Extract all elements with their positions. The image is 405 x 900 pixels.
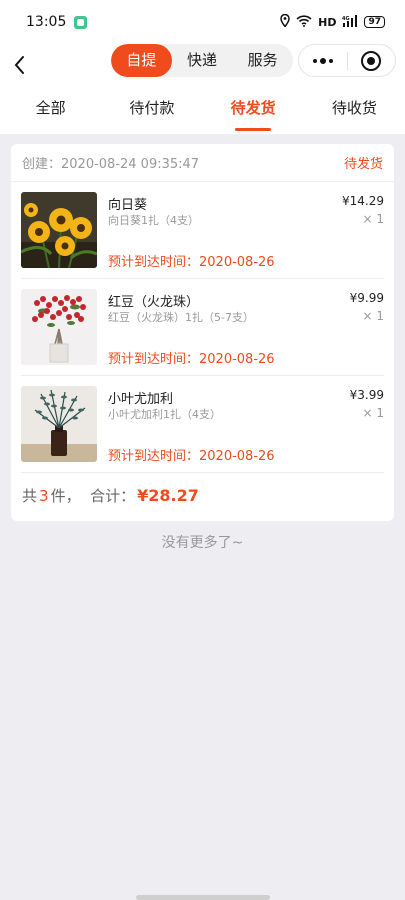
status-time: 13:05 [26, 14, 67, 30]
item-quantity: × 1 [362, 212, 384, 226]
wifi-icon [296, 14, 312, 30]
chevron-left-icon [14, 56, 24, 74]
target-close-icon [361, 50, 382, 71]
item-price: ¥3.99 [349, 388, 384, 402]
order-item[interactable]: 红豆（火龙珠） 红豆（火龙珠）1扎（5-7支） ¥9.99 × 1 预计到达时间… [21, 279, 384, 376]
summary-label: 件， 合计： [50, 487, 136, 505]
location-icon [280, 13, 290, 30]
order-card[interactable]: 创建：2020-08-24 09:35:47 待发货 向日葵 向日葵1扎（4支）… [11, 144, 394, 521]
back-button[interactable] [10, 50, 40, 80]
segment-service[interactable]: 服务 [232, 44, 293, 77]
order-summary: 共 3 件， 合计： ¥28.27 [11, 473, 394, 518]
order-header: 创建：2020-08-24 09:35:47 待发货 [11, 144, 394, 182]
segment-express[interactable]: 快递 [172, 44, 233, 77]
item-count: 3 [39, 486, 49, 505]
item-quantity: × 1 [362, 309, 384, 323]
order-item[interactable]: 小叶尤加利 小叶尤加利1扎（4支） ¥3.99 × 1 预计到达时间：2020-… [21, 376, 384, 473]
battery-indicator: 97 [364, 16, 385, 28]
item-name: 红豆（火龙珠） [108, 295, 200, 310]
signal-icon: 4G [342, 14, 358, 30]
eucalyptus-image [21, 386, 97, 462]
home-indicator[interactable] [136, 895, 270, 900]
network-hd-label: HD [318, 15, 337, 29]
no-more-text: 没有更多了~ [161, 535, 244, 551]
delivery-mode-switch: 自提 快递 服务 [111, 44, 293, 77]
item-eta: 预计到达时间：2020-08-26 [108, 255, 275, 270]
item-eta: 预计到达时间：2020-08-26 [108, 352, 275, 367]
status-bar: 13:05 HD 4G 97 [0, 0, 405, 44]
item-price: ¥9.99 [349, 291, 384, 305]
segment-self-pickup[interactable]: 自提 [111, 44, 172, 77]
tab-all[interactable]: 全部 [0, 88, 101, 134]
more-button[interactable] [299, 57, 347, 64]
top-header: 13:05 HD 4G 97 自提 快递 服务 全部 待付款 待发货 待收货 [0, 0, 405, 134]
app-notification-icon [74, 15, 88, 29]
item-price: ¥14.29 [342, 194, 384, 208]
order-created-time: 创建：2020-08-24 09:35:47 [22, 157, 200, 172]
tab-pending-receipt[interactable]: 待收货 [304, 88, 405, 134]
red-berries-image [21, 289, 97, 365]
order-total: ¥28.27 [137, 486, 199, 505]
sunflower-image [21, 192, 97, 268]
summary-prefix: 共 [22, 487, 38, 505]
miniapp-capsule [298, 44, 396, 77]
more-dots-icon [312, 58, 317, 63]
item-quantity: × 1 [362, 406, 384, 420]
tab-pending-payment[interactable]: 待付款 [101, 88, 202, 134]
item-name: 小叶尤加利 [108, 392, 174, 407]
close-miniapp-button[interactable] [348, 50, 396, 71]
tab-pending-shipment[interactable]: 待发货 [203, 88, 304, 134]
item-name: 向日葵 [108, 198, 148, 213]
item-eta: 预计到达时间：2020-08-26 [108, 449, 275, 464]
order-status-badge: 待发货 [343, 157, 383, 172]
order-item[interactable]: 向日葵 向日葵1扎（4支） ¥14.29 × 1 预计到达时间：2020-08-… [21, 182, 384, 279]
item-spec: 向日葵1扎（4支） [108, 214, 199, 227]
item-spec: 小叶尤加利1扎（4支） [108, 408, 221, 421]
item-spec: 红豆（火龙珠）1扎（5-7支） [108, 311, 254, 324]
order-status-tabs: 全部 待付款 待发货 待收货 [0, 88, 405, 134]
nav-bar: 自提 快递 服务 [0, 44, 405, 88]
